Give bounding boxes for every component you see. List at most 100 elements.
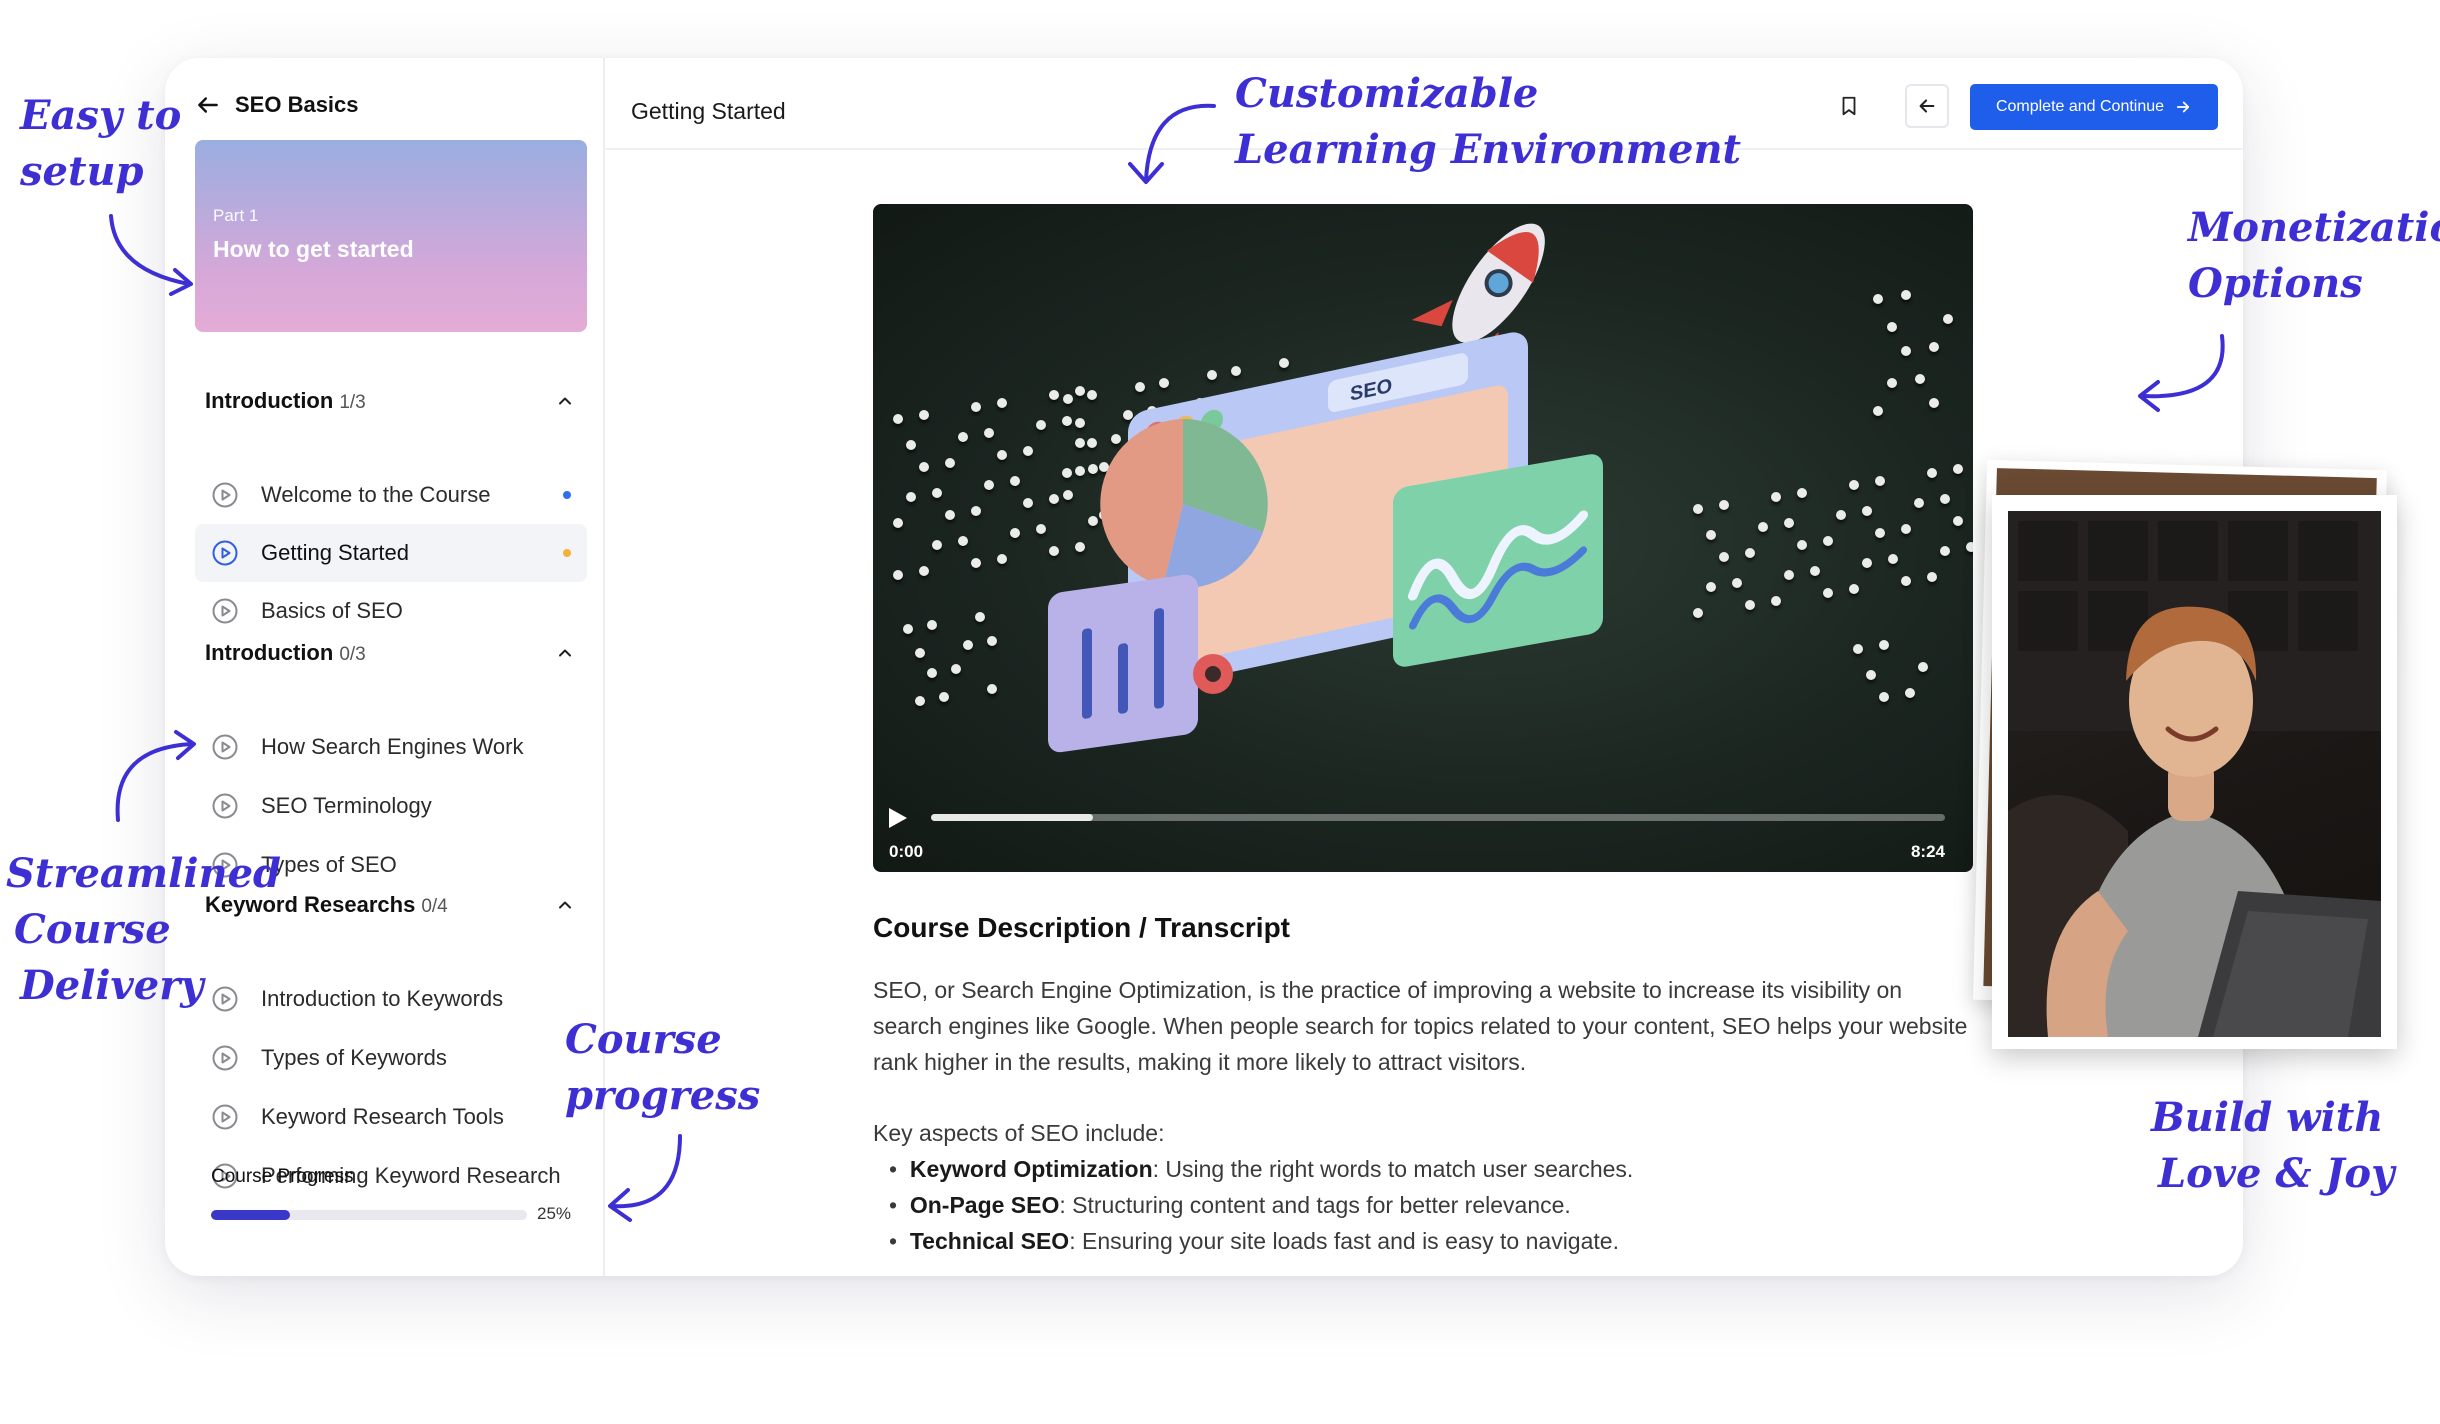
- annotation-arrow-icon: [109, 214, 193, 296]
- annotation-arrow-icon: [1128, 103, 1216, 184]
- annotation-easy-to-setup: Easy to setup: [20, 88, 181, 200]
- lesson-label: Types of Keywords: [261, 1045, 447, 1070]
- annotation-line: Options: [2188, 260, 2363, 307]
- play-circle-icon: [212, 540, 238, 566]
- lesson-label: SEO Terminology: [261, 793, 432, 818]
- video-total-time: 8:24: [1910, 842, 1945, 861]
- lesson-label: Keyword Research Tools: [261, 1104, 504, 1129]
- play-circle-icon: [212, 482, 238, 508]
- annotation-line: setup: [20, 148, 144, 195]
- aspect-term: Technical SEO: [909, 1228, 1070, 1254]
- course-progress-label: Course Progress: [211, 1166, 354, 1187]
- lesson-label: Getting Started: [261, 540, 409, 565]
- cta-label: Complete and Continue: [1995, 98, 2165, 115]
- play-circle-icon: [212, 1104, 238, 1130]
- part-card[interactable]: Part 1 How to get started: [195, 140, 587, 332]
- annotation-line: Delivery: [20, 962, 204, 1009]
- lesson-welcome-to-the-course[interactable]: Welcome to the Course: [195, 466, 587, 524]
- section-title: Introduction: [205, 640, 334, 665]
- arrow-right-icon: [2176, 101, 2190, 113]
- lesson-label: Introduction to Keywords: [261, 986, 504, 1011]
- aspect-text: : Using the right words to match user se…: [1152, 1156, 1634, 1182]
- video-scrubber[interactable]: [931, 814, 1945, 821]
- annotation-line: Course: [14, 906, 171, 953]
- arrow-left-icon: [1919, 99, 1935, 113]
- bookmark-button[interactable]: [1827, 84, 1871, 128]
- annotation-monetization: Monetization Options: [2188, 200, 2440, 312]
- annotation-line: Course: [565, 1016, 722, 1063]
- status-dot: [563, 491, 571, 499]
- aspect-term: Keyword Optimization: [909, 1156, 1153, 1182]
- aspect-item: • Keyword Optimization: Using the right …: [889, 1156, 1634, 1182]
- annotation-line: Learning Environment: [1235, 126, 1741, 173]
- annotation-build-with-love: Build with Love & Joy: [2140, 1090, 2394, 1202]
- aspect-item: • On-Page SEO: Structuring content and t…: [889, 1192, 1571, 1218]
- instructor-photo-image: [2008, 511, 2381, 1037]
- part-title: How to get started: [213, 236, 414, 262]
- annotation-line: Love & Joy: [2158, 1150, 2395, 1197]
- aspects-intro: Key aspects of SEO include:: [873, 1120, 1165, 1146]
- annotation-arrow-icon: [608, 1134, 682, 1222]
- annotation-line: Easy to: [20, 92, 182, 139]
- course-progress-bar: [211, 1210, 527, 1220]
- aspect-item: • Technical SEO: Ensuring your site load…: [889, 1228, 1619, 1254]
- description-heading: Course Description / Transcript: [873, 912, 1290, 943]
- status-dot: [563, 549, 571, 557]
- chevron-up-icon[interactable]: [555, 643, 575, 663]
- course-progress-percent: 25%: [537, 1204, 572, 1223]
- course-name: SEO Basics: [235, 92, 359, 117]
- section-count: 0/4: [421, 896, 448, 917]
- course-sidebar: SEO Basics Part 1 How to get started Int…: [165, 58, 605, 1276]
- video-controls: 0:00 8:24: [873, 802, 1973, 872]
- play-circle-icon: [212, 793, 238, 819]
- description-paragraph: SEO, or Search Engine Optimization, is t…: [873, 977, 1968, 1075]
- lesson-seo-terminology[interactable]: SEO Terminology: [195, 777, 587, 835]
- back-to-course[interactable]: SEO Basics: [195, 92, 359, 118]
- section-header-introduction-2[interactable]: Introduction 0/3: [205, 640, 575, 666]
- play-circle-icon: [212, 734, 238, 760]
- section-count: 0/3: [339, 644, 366, 665]
- lesson-basics-of-seo[interactable]: Basics of SEO: [195, 582, 587, 640]
- complete-and-continue-button[interactable]: Complete and Continue: [1970, 84, 2218, 130]
- lesson-label: Welcome to the Course: [261, 482, 491, 507]
- video-illustration: SEO: [1048, 223, 1603, 753]
- annotation-streamlined-delivery: Streamlined Course Delivery: [6, 846, 281, 1014]
- lesson-label: How Search Engines Work: [261, 734, 524, 759]
- lesson-keyword-research-tools[interactable]: Keyword Research Tools: [195, 1088, 587, 1146]
- previous-lesson-button[interactable]: [1905, 84, 1949, 128]
- annotation-line: Monetization: [2188, 204, 2440, 251]
- section-header-introduction-1[interactable]: Introduction 1/3: [205, 388, 575, 414]
- lesson-label: Types of SEO: [261, 852, 397, 877]
- annotation-line: Streamlined: [6, 850, 282, 897]
- aspect-text: : Structuring content and tags for bette…: [1059, 1192, 1571, 1218]
- annotation-line: Customizable: [1235, 70, 1539, 117]
- lesson-how-search-engines-work[interactable]: How Search Engines Work: [195, 718, 587, 776]
- lesson-label: Basics of SEO: [261, 598, 403, 623]
- annotation-arrow-icon: [2138, 334, 2225, 412]
- lesson-types-of-keywords[interactable]: Types of Keywords: [195, 1029, 587, 1087]
- instructor-photo: [1973, 459, 2400, 1050]
- part-label: Part 1: [213, 206, 259, 225]
- aspect-term: On-Page SEO: [909, 1192, 1060, 1218]
- chevron-up-icon[interactable]: [555, 895, 575, 915]
- section-count: 1/3: [339, 392, 366, 413]
- video-player[interactable]: SEO 0:00 8:24: [873, 204, 1973, 872]
- aspect-text: : Ensuring your site loads fast and is e…: [1069, 1228, 1619, 1254]
- video-scrubber-played: [931, 814, 1094, 821]
- annotation-arrow-icon: [115, 730, 196, 822]
- annotation-customizable: Customizable Learning Environment: [1235, 66, 1741, 178]
- bookmark-icon: [1842, 96, 1856, 116]
- page-title: Getting Started: [631, 98, 786, 124]
- lesson-getting-started[interactable]: Getting Started: [195, 524, 587, 582]
- section-title: Introduction: [205, 388, 334, 413]
- play-circle-icon: [212, 1045, 238, 1071]
- play-circle-icon: [212, 598, 238, 624]
- video-current-time: 0:00: [889, 842, 924, 861]
- course-progress-fill: [211, 1210, 290, 1220]
- chevron-up-icon[interactable]: [555, 391, 575, 411]
- photo-front-frame: [1992, 495, 2397, 1049]
- annotation-course-progress: Course progress: [565, 1012, 760, 1124]
- play-icon[interactable]: [887, 806, 909, 830]
- annotation-line: progress: [565, 1072, 761, 1119]
- annotation-line: Build with: [2150, 1094, 2384, 1141]
